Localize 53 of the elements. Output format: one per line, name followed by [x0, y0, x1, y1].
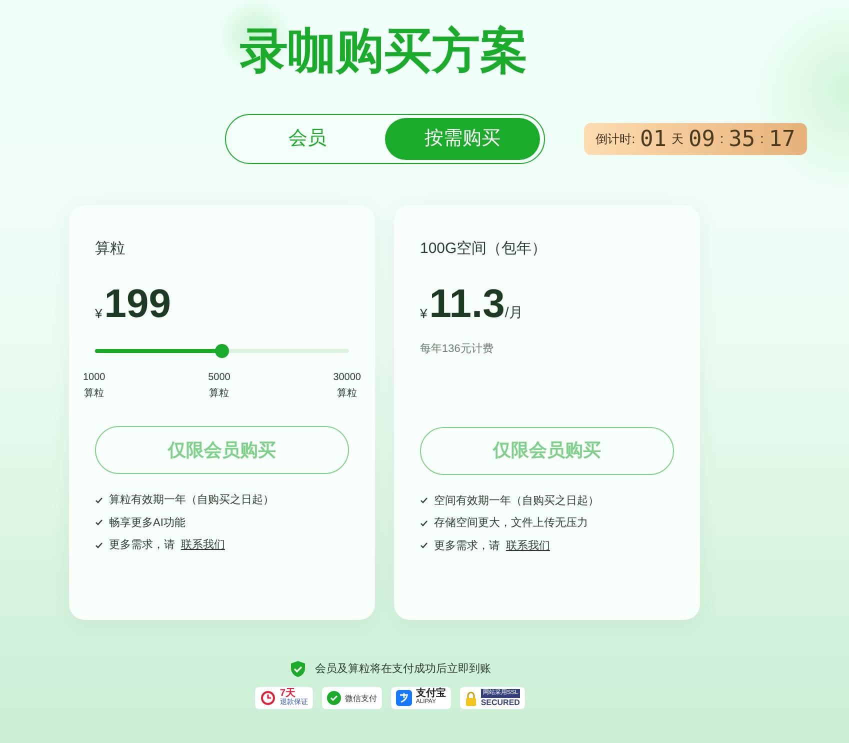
slider-thumb[interactable] [215, 344, 229, 358]
feature-text: 存储空间更大，文件上传无压力 [434, 516, 588, 531]
tick-value: 30000 [333, 371, 361, 385]
padlock-icon [464, 690, 477, 706]
check-icon [95, 542, 103, 549]
check-circle-icon [326, 691, 341, 705]
payment-note: 会员及算粒将在支付成功后立即到账 [315, 662, 491, 677]
countdown-seconds: 17 [768, 126, 796, 154]
countdown-days: 01 [640, 122, 667, 156]
tick-unit: 算粒 [337, 387, 358, 401]
buy-button[interactable]: 仅限会员购买 [420, 426, 674, 474]
badge-title: 微信支付 [344, 694, 377, 702]
currency-symbol: ¥ [420, 304, 428, 322]
billing-note: 每年136元计费 [420, 342, 494, 357]
slider[interactable] [95, 344, 349, 358]
tick-unit: 算粒 [84, 387, 104, 401]
check-icon [95, 519, 103, 526]
clock-icon [260, 690, 276, 706]
feature-text: 更多需求，请 [434, 538, 500, 554]
time-separator: : [720, 130, 724, 148]
feature-text: 空间有效期一年（自购买之日起） [434, 494, 599, 508]
time-separator: : [760, 130, 764, 148]
plan-tab[interactable]: 会员 [230, 118, 385, 160]
plan-tab[interactable]: 按需购买 [385, 118, 540, 160]
day-unit: 天 [672, 131, 684, 148]
buy-button[interactable]: 仅限会员购买 [95, 426, 349, 474]
price: 199 [104, 281, 171, 327]
countdown-label: 倒计时: [596, 131, 636, 148]
price-unit: /月 [504, 303, 523, 322]
check-icon [420, 542, 428, 550]
countdown-minutes: 35 [728, 126, 756, 154]
badge-title: 支付宝 [416, 689, 446, 698]
shield-check-icon [289, 660, 307, 678]
plan-name: 算粒 [95, 239, 126, 259]
alipay-logo-icon [396, 690, 412, 706]
check-icon [95, 496, 103, 504]
contact-link[interactable]: 联系我们 [181, 537, 225, 554]
tick-unit: 算粒 [209, 387, 230, 401]
countdown-hours: 09 [688, 126, 716, 154]
badge-title: 7天 [280, 689, 296, 698]
tick-value: 1000 [83, 371, 106, 385]
plan-name: 100G空间（包年） [420, 239, 548, 259]
feature-text: 更多需求，请 [109, 538, 175, 553]
badge-subtitle: SECURED [480, 698, 520, 707]
contact-link[interactable]: 联系我们 [506, 538, 550, 554]
feature-text: 畅享更多AI功能 [109, 516, 186, 530]
price: 11.3 [429, 281, 505, 327]
check-icon [420, 520, 428, 527]
page-title: 录咖购买方案 [240, 24, 528, 80]
tick-value: 5000 [208, 371, 230, 385]
check-icon [420, 497, 428, 504]
currency-symbol: ¥ [95, 304, 102, 322]
feature-text: 算粒有效期一年（自购买之日起） [109, 492, 274, 508]
